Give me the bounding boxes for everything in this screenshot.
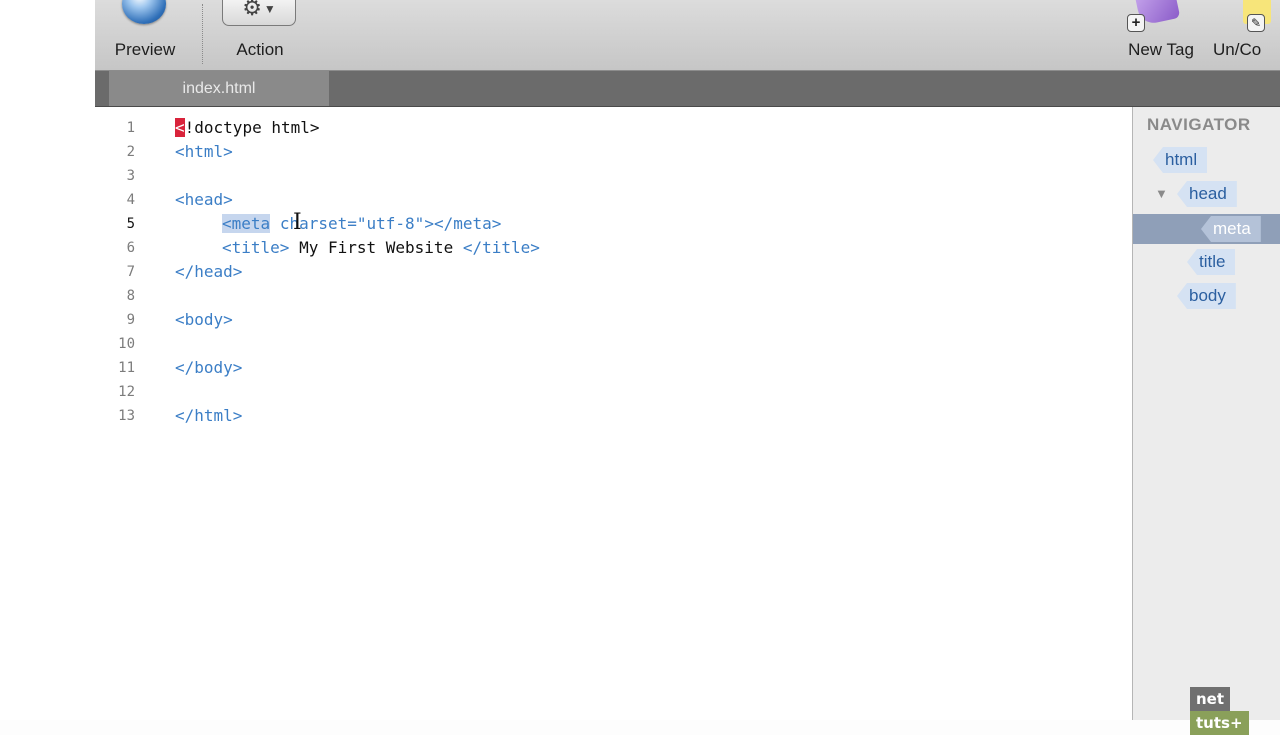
line-number: 3 bbox=[126, 168, 135, 184]
text-cursor-icon: I bbox=[293, 210, 302, 235]
code-line: 11 </body> bbox=[95, 356, 1132, 380]
nav-node-html[interactable]: html bbox=[1153, 147, 1208, 173]
disclosure-triangle-icon[interactable]: ▼ bbox=[1155, 186, 1168, 201]
tab-index-html[interactable]: index.html bbox=[109, 71, 329, 106]
code-text: !doctype html> bbox=[184, 118, 320, 137]
code-line-active: 5 <meta charset="utf-8"></meta> bbox=[95, 212, 1132, 236]
code-line: 1 <!doctype html> bbox=[95, 116, 1132, 140]
line-number: 4 bbox=[126, 192, 135, 208]
nettuts-logo: nettuts+ bbox=[1190, 687, 1280, 735]
code-tag: <body> bbox=[175, 310, 233, 329]
code-line: 6 <title> My First Website </title> bbox=[95, 236, 1132, 260]
line-number: 12 bbox=[118, 384, 135, 400]
error-marker: < bbox=[175, 118, 185, 137]
code-tag: </body> bbox=[175, 358, 243, 377]
code-line: 10 bbox=[95, 332, 1132, 356]
code-line: 12 bbox=[95, 380, 1132, 404]
line-number: 2 bbox=[126, 144, 135, 160]
line-number: 6 bbox=[126, 240, 135, 256]
code-line: 4 <head> bbox=[95, 188, 1132, 212]
navigator-panel: NAVIGATOR html ▼ head meta title body bbox=[1132, 107, 1280, 720]
left-panel-strip bbox=[0, 0, 96, 720]
code-attribute: charset= bbox=[279, 214, 357, 233]
toolbar: Preview ⚙ ▼ Action + New Tag ✎ Un/Co bbox=[95, 0, 1280, 71]
plus-icon: + bbox=[1127, 14, 1145, 32]
selected-text: <meta bbox=[222, 214, 271, 233]
nav-node-title[interactable]: title bbox=[1187, 249, 1236, 275]
code-line: 2 <html> bbox=[95, 140, 1132, 164]
nav-node-meta[interactable]: meta bbox=[1201, 216, 1261, 242]
code-line: 8 bbox=[95, 284, 1132, 308]
line-number: 5 bbox=[126, 216, 135, 232]
preview-label: Preview bbox=[114, 40, 176, 59]
new-tag-label: New Tag bbox=[1128, 40, 1194, 59]
code-tag: <html> bbox=[175, 142, 233, 161]
line-number: 7 bbox=[126, 264, 135, 280]
line-number: 11 bbox=[118, 360, 135, 376]
code-tag: <title> bbox=[222, 238, 290, 257]
code-tag: </head> bbox=[175, 262, 243, 281]
line-number: 9 bbox=[126, 312, 135, 328]
navigator-title: NAVIGATOR bbox=[1147, 115, 1251, 134]
tab-bar: index.html bbox=[95, 71, 1280, 107]
code-tag: </html> bbox=[175, 406, 243, 425]
code-text: My First Website bbox=[289, 238, 463, 257]
code-line: 3 bbox=[95, 164, 1132, 188]
chevron-down-icon: ▼ bbox=[263, 2, 276, 17]
code-tag: ></meta> bbox=[424, 214, 502, 233]
line-number: 13 bbox=[118, 408, 135, 424]
line-number: 8 bbox=[126, 288, 135, 304]
action-label: Action bbox=[236, 40, 284, 59]
toolbar-separator bbox=[202, 4, 203, 64]
uncomment-label: Un/Co bbox=[1213, 40, 1262, 59]
code-editor[interactable]: 1 <!doctype html> 2 <html> 3 4 <head> 5 … bbox=[95, 107, 1132, 720]
code-line: 13 </html> bbox=[95, 404, 1132, 428]
code-line: 7 </head> bbox=[95, 260, 1132, 284]
pencil-icon: ✎ bbox=[1247, 14, 1265, 32]
code-string: "utf-8" bbox=[356, 214, 425, 233]
nav-node-head[interactable]: head bbox=[1177, 181, 1237, 207]
globe-icon bbox=[122, 0, 166, 24]
line-number: 1 bbox=[126, 120, 135, 136]
line-number: 10 bbox=[118, 336, 135, 352]
gear-icon[interactable]: ⚙ ▼ bbox=[222, 0, 296, 26]
nav-node-body[interactable]: body bbox=[1177, 283, 1236, 309]
code-tag: </title> bbox=[462, 238, 540, 257]
code-line: 9 <body> bbox=[95, 308, 1132, 332]
code-tag: <head> bbox=[175, 190, 233, 209]
